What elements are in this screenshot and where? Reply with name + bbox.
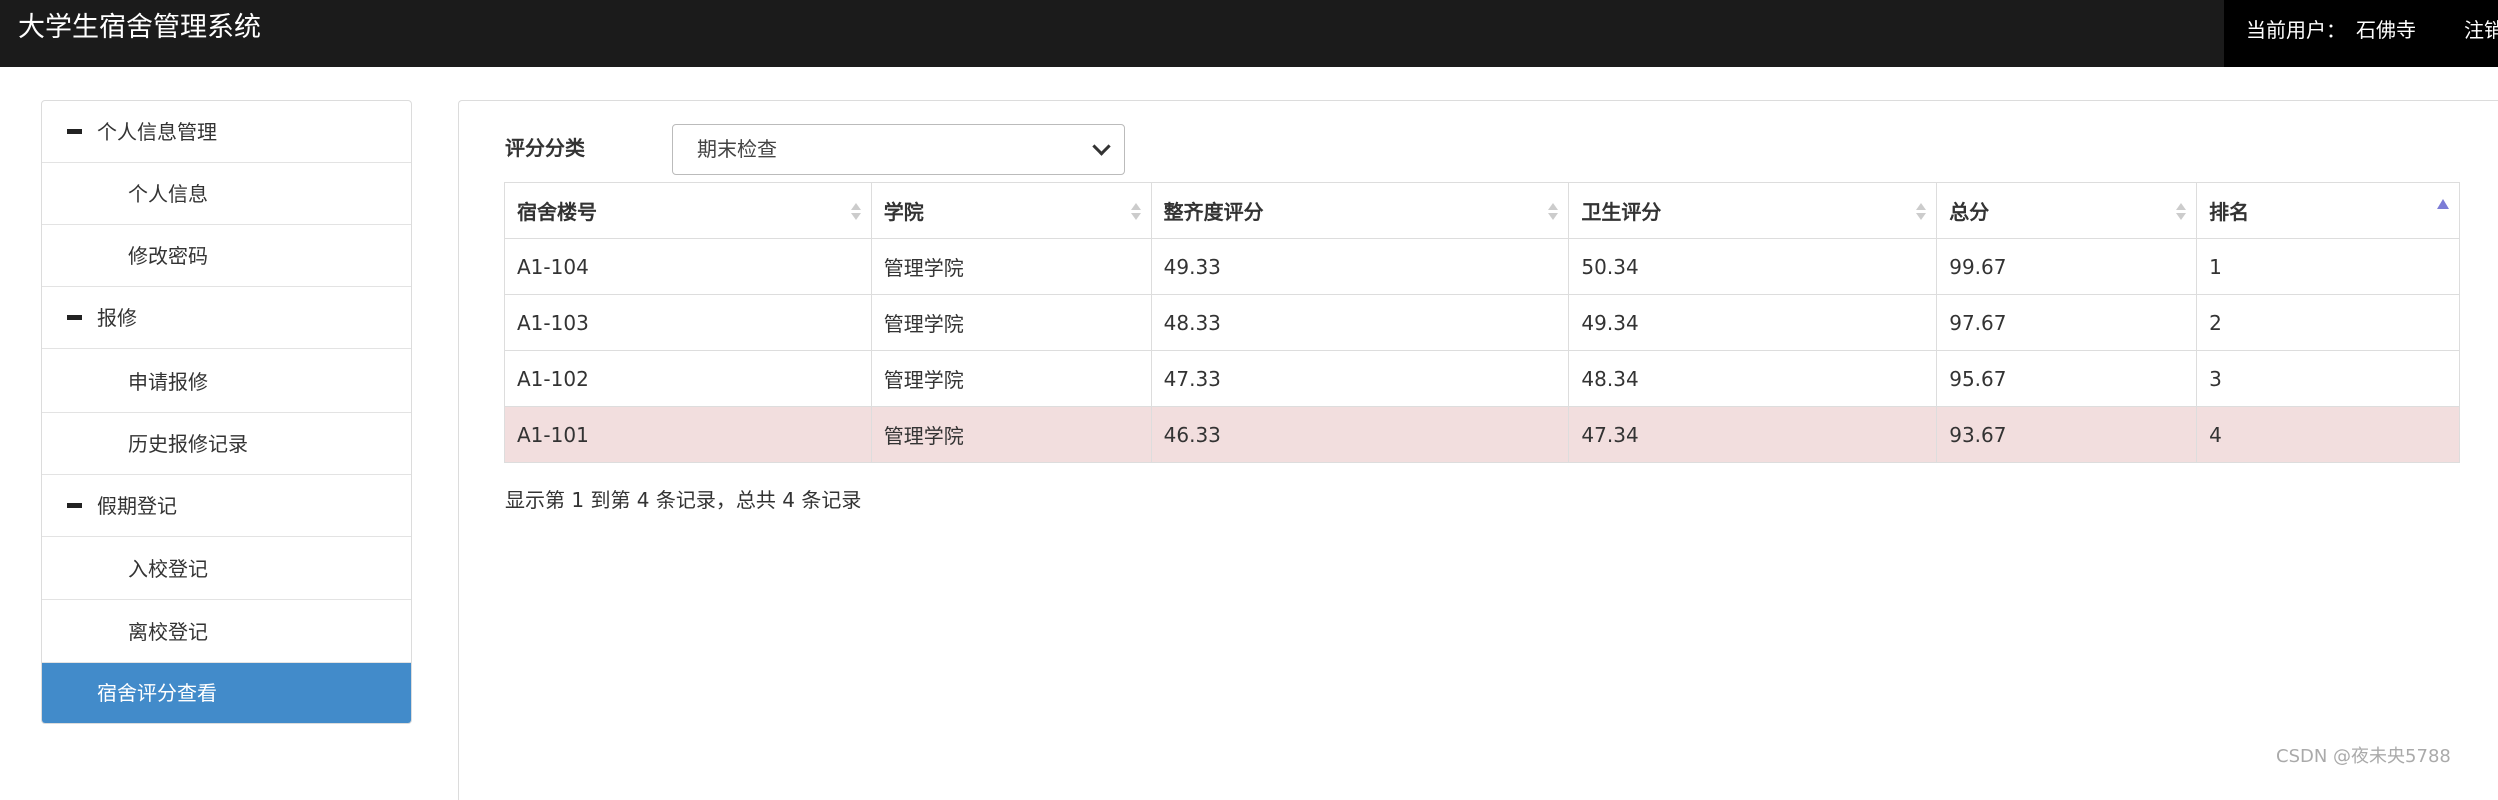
top-navbar: 大学生宿舍管理系统 当前用户： 石佛寺 注销 [0, 0, 2498, 67]
sort-ascending-icon [2437, 199, 2449, 209]
column-header-total[interactable]: 总分 [1936, 182, 2198, 239]
table-cell: 2 [2196, 294, 2460, 351]
table-row[interactable]: A1-102 管理学院 47.33 48.34 95.67 3 [504, 350, 2460, 407]
sort-icon [1916, 203, 1927, 221]
table-cell: 93.67 [1936, 406, 2198, 463]
sidebar-item-label: 假期登记 [97, 494, 177, 518]
sidebar-item-label: 历史报修记录 [128, 432, 248, 456]
table-cell: 49.33 [1150, 238, 1570, 295]
table-cell: 3 [2196, 350, 2460, 407]
sidebar-group-holiday-registration[interactable]: 假期登记 [42, 475, 411, 537]
sidebar-item-label: 申请报修 [128, 370, 208, 394]
dorm-score-table: 宿舍楼号 学院 整齐度评分 卫生评分 总分 排名 A1-104 管理学院 49.… [504, 182, 2460, 463]
sort-icon [850, 203, 861, 221]
selected-value: 期末检查 [697, 137, 777, 161]
sidebar-item-label: 报修 [97, 306, 137, 330]
sidebar-item-change-password[interactable]: 修改密码 [42, 225, 411, 287]
score-category-label: 评分分类 [505, 136, 585, 160]
logout-link[interactable]: 注销 [2464, 15, 2498, 45]
table-cell: 46.33 [1150, 406, 1570, 463]
table-cell: 47.34 [1568, 406, 1938, 463]
sidebar-item-label: 个人信息管理 [97, 120, 217, 144]
table-cell: 47.33 [1150, 350, 1570, 407]
sidebar-item-label: 入校登记 [128, 557, 208, 581]
current-user-name: 石佛寺 [2356, 18, 2416, 42]
pagination-info: 显示第 1 到第 4 条记录，总共 4 条记录 [505, 488, 862, 512]
sidebar-menu: 个人信息管理 个人信息 修改密码 报修 申请报修 历史报修记录 假期登记 入校登… [41, 100, 412, 724]
sidebar-item-personal-info[interactable]: 个人信息 [42, 163, 411, 225]
table-cell: A1-101 [504, 406, 872, 463]
table-cell: 48.34 [1568, 350, 1938, 407]
sidebar-item-label: 修改密码 [128, 244, 208, 268]
table-cell: 95.67 [1936, 350, 2198, 407]
table-cell: 1 [2196, 238, 2460, 295]
user-area: 当前用户： 石佛寺 注销 [2224, 0, 2498, 67]
app-title: 大学生宿舍管理系统 [18, 12, 261, 43]
column-header-rank[interactable]: 排名 [2196, 182, 2460, 239]
table-cell: 48.33 [1150, 294, 1570, 351]
table-row[interactable]: A1-104 管理学院 49.33 50.34 99.67 1 [504, 238, 2460, 295]
table-cell: 97.67 [1936, 294, 2198, 351]
sidebar-item-apply-repair[interactable]: 申请报修 [42, 351, 411, 413]
table-cell: A1-103 [504, 294, 872, 351]
sidebar-item-repair-history[interactable]: 历史报修记录 [42, 413, 411, 475]
table-header-row: 宿舍楼号 学院 整齐度评分 卫生评分 总分 排名 [504, 182, 2460, 239]
column-header-tidiness[interactable]: 整齐度评分 [1150, 182, 1570, 239]
chevron-down-icon [1092, 137, 1111, 156]
table-cell: 管理学院 [870, 238, 1152, 295]
collapse-minus-icon [67, 503, 82, 508]
sidebar-item-label: 个人信息 [128, 182, 208, 206]
table-cell: 管理学院 [870, 406, 1152, 463]
sidebar-group-repair[interactable]: 报修 [42, 287, 411, 349]
sidebar-group-personal-info[interactable]: 个人信息管理 [42, 101, 411, 163]
sidebar-item-label: 宿舍评分查看 [97, 681, 217, 705]
sort-icon [2176, 203, 2187, 221]
table-row[interactable]: A1-103 管理学院 48.33 49.34 97.67 2 [504, 294, 2460, 351]
column-header-college[interactable]: 学院 [870, 182, 1152, 239]
watermark: CSDN @夜未央5788 [2276, 746, 2451, 767]
sidebar-item-return-registration[interactable]: 入校登记 [42, 538, 411, 600]
sidebar-item-leave-registration[interactable]: 离校登记 [42, 601, 411, 663]
sort-icon [1130, 203, 1141, 221]
table-cell: 管理学院 [870, 350, 1152, 407]
sort-icon [1548, 203, 1559, 221]
current-user-label: 当前用户： [2246, 18, 2346, 42]
table-cell: 4 [2196, 406, 2460, 463]
sidebar-item-label: 离校登记 [128, 620, 208, 644]
table-cell: 管理学院 [870, 294, 1152, 351]
column-header-hygiene[interactable]: 卫生评分 [1568, 182, 1938, 239]
sidebar-item-dorm-score[interactable]: 宿舍评分查看 [42, 663, 411, 723]
table-row-highlighted[interactable]: A1-101 管理学院 46.33 47.34 93.67 4 [504, 406, 2460, 463]
score-category-select[interactable]: 期末检查 [672, 124, 1125, 175]
collapse-minus-icon [67, 315, 82, 320]
table-cell: 50.34 [1568, 238, 1938, 295]
column-header-building[interactable]: 宿舍楼号 [504, 182, 872, 239]
collapse-minus-icon [67, 129, 82, 134]
table-cell: 49.34 [1568, 294, 1938, 351]
table-cell: A1-102 [504, 350, 872, 407]
table-cell: 99.67 [1936, 238, 2198, 295]
table-cell: A1-104 [504, 238, 872, 295]
